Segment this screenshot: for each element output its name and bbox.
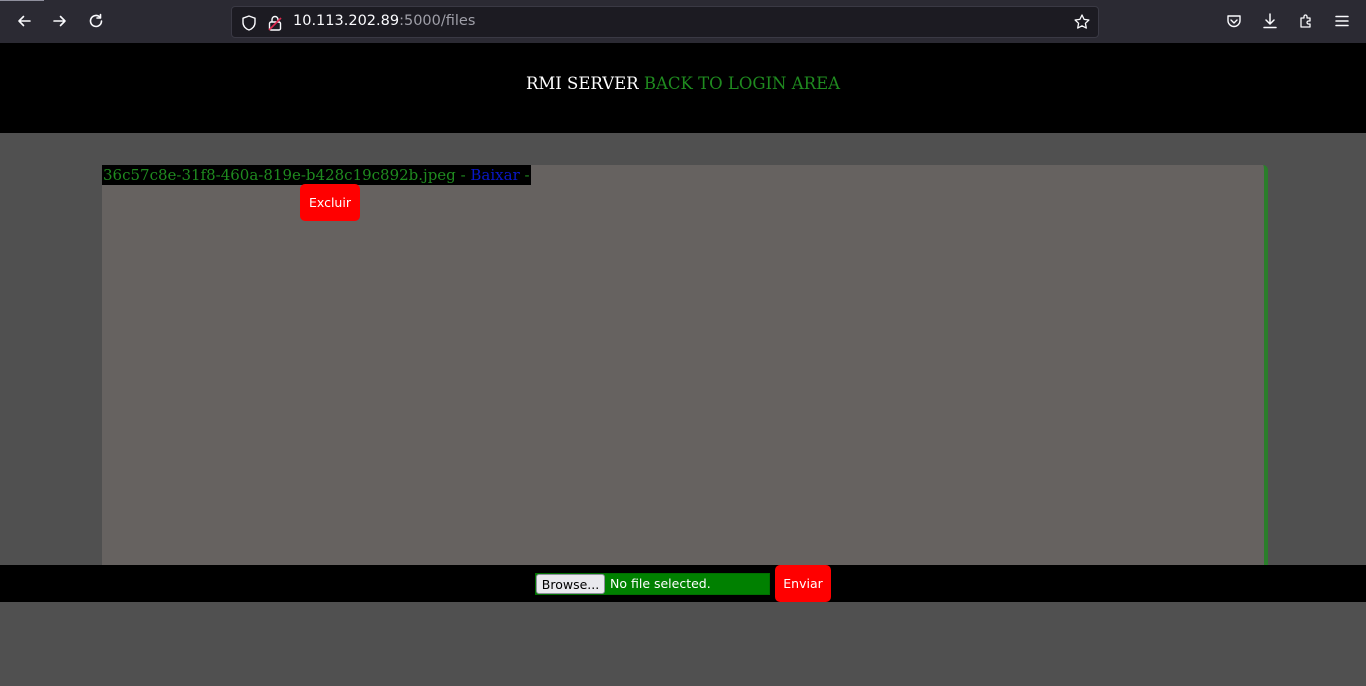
server-title: RMI SERVER (525, 74, 639, 93)
delete-button[interactable]: Excluir (300, 184, 360, 221)
download-icon[interactable] (1256, 7, 1284, 35)
reload-icon[interactable] (82, 7, 110, 35)
pocket-icon[interactable] (1220, 7, 1248, 35)
file-name: 36c57c8e-31f8-460a-819e-b428c19c892b.jpe… (103, 166, 456, 184)
forward-icon[interactable] (46, 7, 74, 35)
file-status: No file selected. (610, 576, 711, 591)
header-title-line: RMI SERVER BACK TO LOGIN AREA (0, 74, 1366, 93)
back-icon[interactable] (10, 7, 38, 35)
file-separator: - (455, 166, 471, 184)
url-path: :5000/files (399, 13, 476, 29)
browser-toolbar: 10.113.202.89:5000/files (0, 0, 1366, 43)
download-link[interactable]: Baixar (470, 166, 519, 184)
menu-icon[interactable] (1328, 7, 1356, 35)
lock-icon[interactable] (267, 14, 283, 32)
url-text[interactable]: 10.113.202.89:5000/files (293, 13, 475, 29)
url-host: 10.113.202.89 (293, 13, 400, 29)
browse-button[interactable]: Browse... (536, 574, 605, 594)
bookmark-star-icon[interactable] (1073, 13, 1091, 31)
file-input[interactable]: Browse... No file selected. (535, 573, 770, 595)
extensions-icon[interactable] (1292, 7, 1320, 35)
file-trailing-separator: - (519, 166, 530, 184)
files-panel: 36c57c8e-31f8-460a-819e-b428c19c892b.jpe… (102, 165, 1268, 565)
upload-footer: Browse... No file selected. Enviar (0, 565, 1366, 602)
send-button[interactable]: Enviar (775, 565, 831, 602)
tab-indicator (0, 0, 44, 1)
url-bar[interactable]: 10.113.202.89:5000/files (231, 6, 1099, 38)
page: RMI SERVER BACK TO LOGIN AREA 36c57c8e-3… (0, 43, 1366, 686)
file-entry: 36c57c8e-31f8-460a-819e-b428c19c892b.jpe… (102, 165, 531, 185)
back-to-login-link[interactable]: BACK TO LOGIN AREA (644, 74, 840, 93)
shield-icon[interactable] (240, 14, 258, 32)
page-header: RMI SERVER BACK TO LOGIN AREA (0, 43, 1366, 133)
